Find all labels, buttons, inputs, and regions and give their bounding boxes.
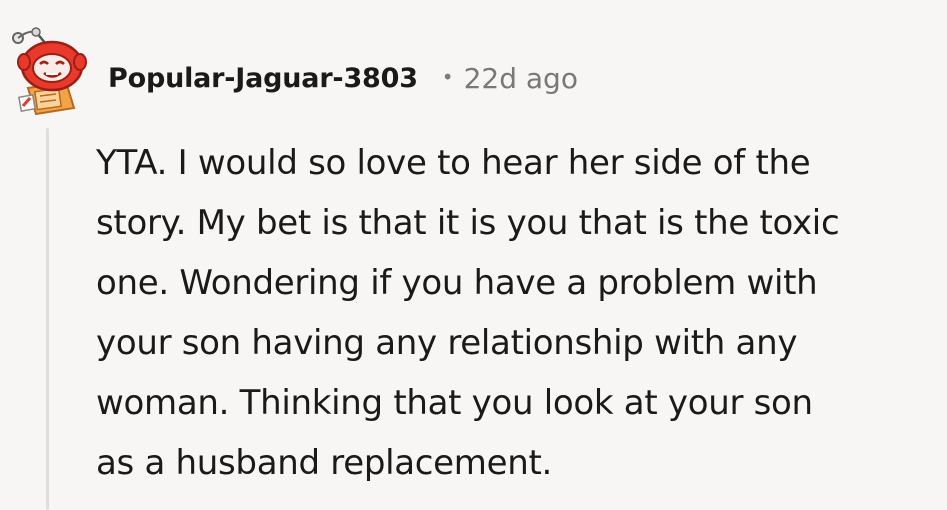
comment-body-line: story. My bet is that it is you that is … [96,203,840,243]
snoo-avatar-icon [12,27,87,116]
comment-meta: Popular-Jaguar-3803 • 22d ago [108,58,578,98]
comment-body-line: as a husband replacement. [96,443,553,483]
meta-separator: • [441,65,454,89]
author-username[interactable]: Popular-Jaguar-3803 [108,63,418,94]
comment: Popular-Jaguar-3803 • 22d ago YTA. I wou… [0,0,947,510]
comment-body-line: your son having any relationship with an… [96,323,798,363]
thread-collapse-line[interactable] [46,128,49,510]
comment-body-line: one. Wondering if you have a problem wit… [96,263,818,303]
comment-timestamp[interactable]: 22d ago [464,62,578,95]
comment-body-line: YTA. I would so love to hear her side of… [96,143,811,183]
comment-body: YTA. I would so love to hear her side of… [96,133,926,493]
comment-body-line: woman. Thinking that you look at your so… [96,383,813,423]
avatar[interactable] [6,22,90,116]
